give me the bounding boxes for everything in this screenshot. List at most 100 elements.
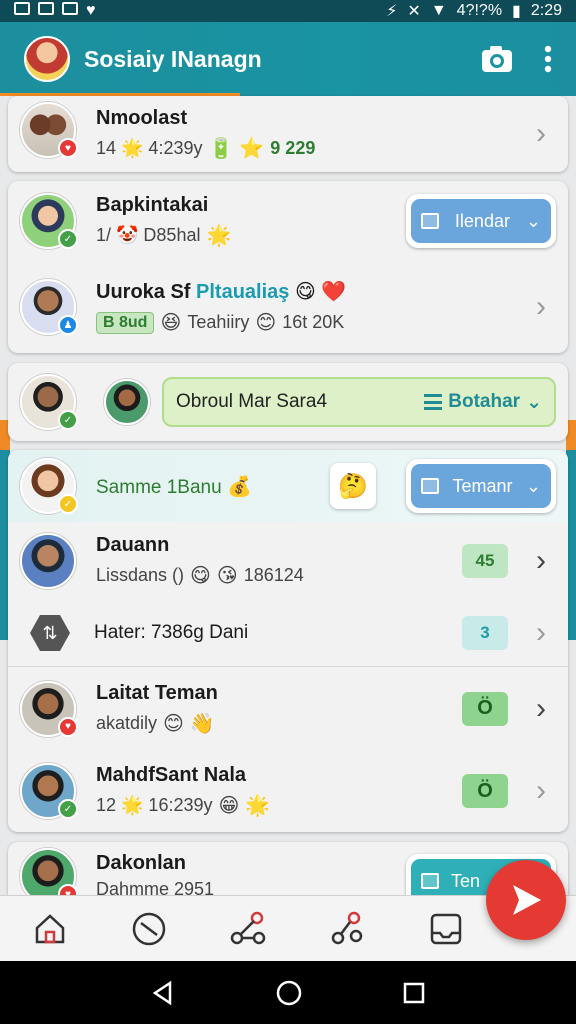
search-input-value: Obroul Mar Sara4 (176, 391, 328, 412)
status-badge: ✓ (58, 799, 78, 819)
nav-inbox[interactable] (422, 905, 470, 953)
status-badge: ✓ (58, 229, 78, 249)
calendar-icon (421, 213, 439, 229)
filter-select-label: Botahar (448, 391, 521, 412)
home-icon (35, 913, 64, 943)
money-icon: 💰 (226, 475, 252, 498)
avatar: ✓ (20, 763, 78, 819)
list-item: ✓ Obroul Mar Sara4 Botahar ⌄ (8, 363, 568, 441)
status-badge: ♥ (58, 884, 78, 895)
notification-icons: ♥ (14, 2, 96, 20)
contact-subtitle: Teahiiry (187, 312, 250, 332)
list-item[interactable]: ♥ Dakonlan Dahmme 2951 Ten (8, 842, 568, 895)
status-badge: ♥ (58, 716, 78, 737)
grin-emoji-icon: 😁 (218, 795, 240, 817)
contact-name: Bapkintakai (96, 194, 209, 216)
profile-avatar[interactable] (24, 36, 70, 82)
status-badge: ✓ (58, 410, 78, 430)
nav-network[interactable] (323, 905, 371, 953)
app-header: Sosiaiy INanagn (0, 22, 576, 96)
photo-icon (62, 2, 78, 15)
laughing-emoji-icon: 😆 (160, 312, 182, 334)
calendar-icon (421, 873, 439, 889)
search-input[interactable]: Obroul Mar Sara4 Botahar ⌄ (162, 377, 556, 427)
list-item[interactable]: ♥ Laitat Teman akatdily 😊 👋 Ö › (8, 666, 568, 750)
friend-button-label: Ten (451, 870, 481, 891)
search-card: ✓ Obroul Mar Sara4 Botahar ⌄ (8, 363, 568, 441)
wifi-icon: ▼ (430, 2, 447, 19)
contact-subtitle: Dahmme 2951 (96, 879, 215, 895)
chevron-right-icon[interactable]: › (526, 616, 556, 650)
notification-icon (38, 2, 54, 15)
avatar: ✓ (20, 374, 78, 430)
camera-icon[interactable] (480, 44, 514, 74)
chevron-right-icon[interactable]: › (526, 774, 556, 808)
send-icon (513, 885, 541, 915)
emoji-icon: 😋 (294, 281, 316, 303)
contact-card: ✓ Samme 1Banu 💰 🤔 Temanr ⌄ Dauann Lissda… (8, 450, 568, 832)
list-item[interactable]: ✓ Bapkintakai 1/ 🤡 D85hal 🌟 Ilendar ⌄ (8, 181, 568, 261)
nav-share[interactable] (224, 905, 272, 953)
calendar-button[interactable]: Ilendar ⌄ (406, 194, 556, 248)
chevron-right-icon[interactable]: › (526, 544, 556, 578)
count-chip: 45 (462, 544, 508, 578)
battery-icon: ▮ (512, 3, 521, 20)
contact-name: Nmoolast (96, 107, 188, 129)
back-icon[interactable] (150, 980, 176, 1006)
share-icon (230, 911, 266, 944)
star-icon: ⭐ (239, 138, 265, 160)
contact-name: Dakonlan (96, 852, 187, 874)
count-chip: 3 (462, 616, 508, 650)
friend-button[interactable]: Temanr ⌄ (406, 459, 556, 513)
contact-subtitle: 14 🌟 4:239y (96, 138, 203, 158)
contact-card: ♥ Dakonlan Dahmme 2951 Ten (8, 842, 568, 895)
notification-icon (14, 2, 30, 15)
avatar: ♟ (20, 279, 78, 335)
star-icon: 🌟 (245, 795, 271, 817)
clock-icon (132, 912, 166, 945)
avatar (104, 379, 150, 425)
heart-icon: ❤️ (321, 281, 347, 303)
contact-card: ✓ Bapkintakai 1/ 🤡 D85hal 🌟 Ilendar ⌄ ♟ … (8, 181, 568, 353)
list-item[interactable]: ✓ Samme 1Banu 💰 🤔 Temanr ⌄ (8, 450, 568, 522)
list-item[interactable]: ♟ Uuroka Sf Pltaualiaş 😋 ❤️ B 8ud 😆 Teah… (8, 261, 568, 353)
avatar: ♥ (20, 848, 78, 895)
count-text: 186124 (243, 565, 304, 585)
avatar: ✓ (20, 458, 78, 514)
send-button[interactable] (486, 860, 566, 940)
contact-name-highlight: Pltaualiaş (196, 281, 290, 303)
system-navigation-bar (0, 961, 576, 1024)
filter-select[interactable]: Botahar ⌄ (424, 391, 542, 414)
smile-emoji-icon: 😊 (163, 712, 184, 735)
status-badge: ♥ (58, 138, 78, 158)
contact-subtitle: Lissdans () (96, 565, 185, 585)
emoji-icon: 😘 (216, 565, 238, 587)
vibrate-icon: ⚡ (386, 3, 398, 20)
contact-subtitle: akatdily (96, 712, 158, 733)
recents-icon[interactable] (402, 981, 426, 1005)
chevron-right-icon[interactable]: › (526, 290, 556, 324)
chevron-right-icon[interactable]: › (526, 117, 556, 151)
inbox-icon (431, 913, 462, 944)
online-chip: Ö (462, 774, 508, 808)
home-circle-icon[interactable] (275, 979, 303, 1007)
list-item[interactable]: Dauann Lissdans () 😋 😘 186124 45 › (8, 522, 568, 600)
contact-name: Dauann (96, 534, 170, 556)
emoji-icon: 😋 (190, 565, 211, 587)
emoji-button[interactable]: 🤔 (330, 463, 376, 509)
star-icon: 🌟 (206, 225, 232, 247)
nav-home[interactable] (26, 905, 74, 953)
clock-time: 2:29 (530, 2, 562, 19)
chevron-down-icon: ⌄ (526, 391, 542, 413)
chevron-right-icon[interactable]: › (526, 692, 556, 726)
list-item[interactable]: ✓ MahdfSant Nala 12 🌟 16:239y 😁 🌟 Ö › (8, 750, 568, 832)
list-item[interactable]: ⇅ Hater: 7386g Dani 3 › (8, 600, 568, 666)
more-options-icon[interactable] (544, 45, 552, 73)
list-item[interactable]: ♥ Nmoolast 14 🌟 4:239y 🔋 ⭐ 9 229 › (8, 96, 568, 172)
status-badge: ✓ (58, 494, 78, 514)
battery-text: 4?!?% (456, 2, 503, 19)
app-title: Sosiaiy INanagn (84, 45, 262, 72)
tag-badge: B 8ud (96, 311, 155, 334)
smile-emoji-icon: 😊 (255, 312, 277, 334)
nav-recent[interactable] (125, 905, 173, 953)
